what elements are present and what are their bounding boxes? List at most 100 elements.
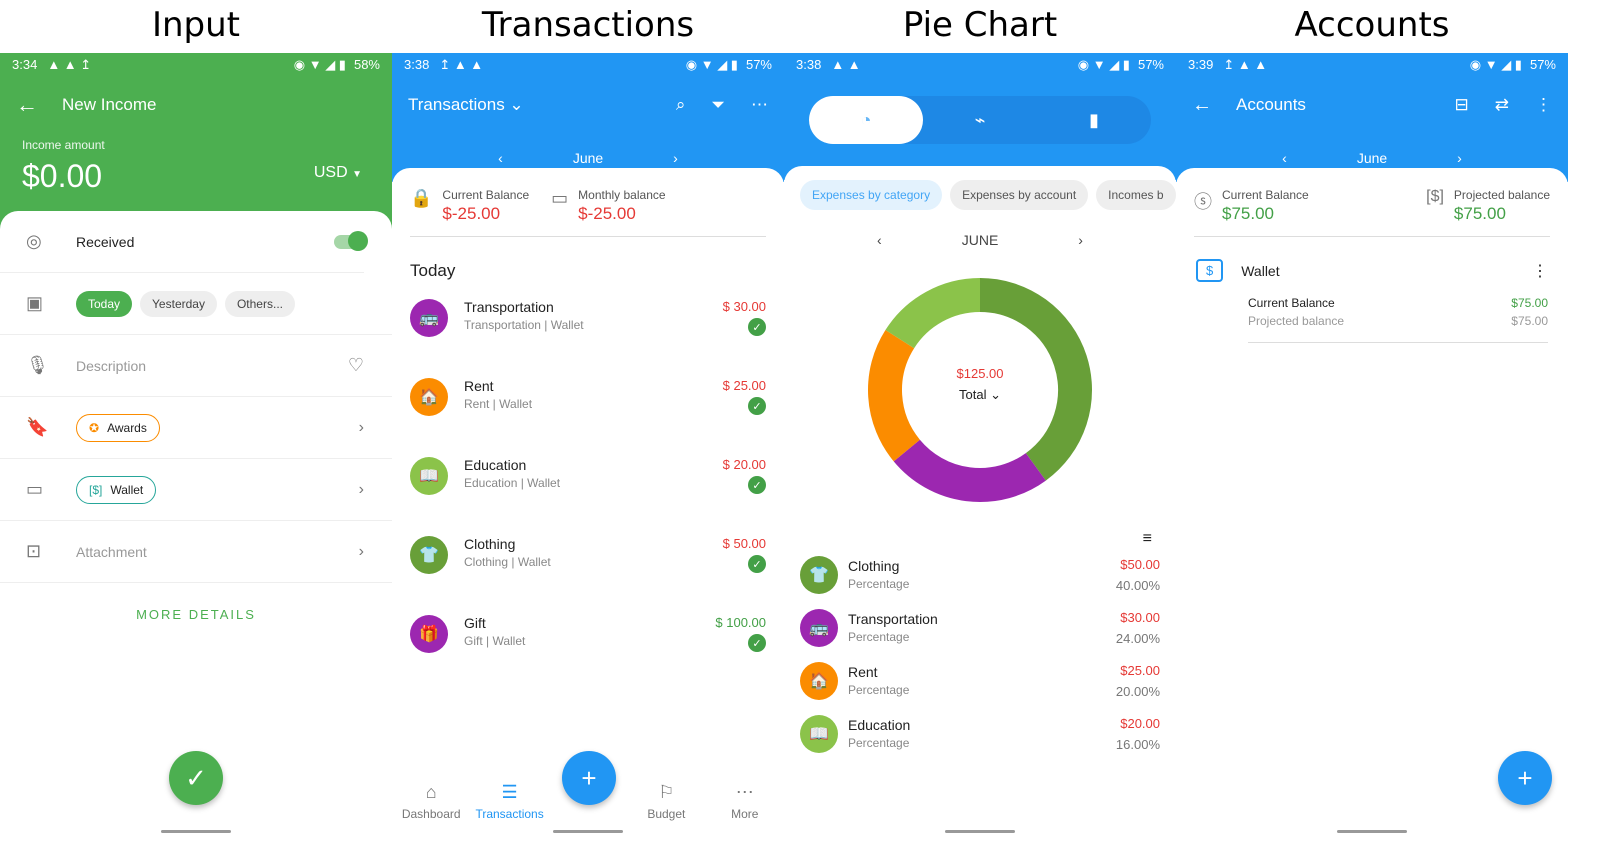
- projected-balance-value: $75.00: [1453, 204, 1506, 223]
- status-time: 3:39: [1188, 57, 1214, 72]
- nav-transactions[interactable]: ☰ Transactions: [471, 782, 549, 821]
- donut-slice[interactable]: [893, 439, 1046, 502]
- chevron-left-icon[interactable]: ‹: [498, 150, 503, 166]
- transaction-row[interactable]: 📖 Education Education | Wallet $ 20.00 ✓: [392, 439, 784, 518]
- chip-yesterday[interactable]: Yesterday: [140, 290, 217, 317]
- transaction-row[interactable]: 👕 Clothing Clothing | Wallet $ 50.00 ✓: [392, 518, 784, 597]
- transactions-screen: 3:38 ↥ ▲ ▲ ◉ ▼ ◢ ▮ 57% Transactions ⌄ ⌕ ⏷ …: [392, 53, 784, 843]
- chevron-right-icon[interactable]: ›: [1078, 232, 1083, 248]
- battery-level: 57%: [1529, 57, 1556, 72]
- more-icon[interactable]: ⋯: [751, 95, 768, 115]
- pie-chart-icon: ◔: [860, 109, 872, 130]
- search-icon[interactable]: ⌕: [676, 95, 686, 115]
- battery-level: 57%: [745, 57, 772, 72]
- filter-icon[interactable]: ⏷: [711, 95, 725, 115]
- chevron-right-icon: ›: [358, 418, 364, 436]
- chip-today[interactable]: Today: [76, 290, 133, 317]
- currency-selector[interactable]: USD ▼: [314, 164, 362, 182]
- filter-incomes[interactable]: Incomes b: [1096, 180, 1176, 210]
- sort-icon[interactable]: ≡: [784, 530, 1176, 548]
- microphone-icon[interactable]: 🎙: [26, 355, 50, 376]
- chevron-right-icon[interactable]: ›: [1457, 150, 1462, 166]
- nav-dashboard[interactable]: ⌂ Dashboard: [392, 782, 470, 821]
- status-time: 3:38: [404, 57, 430, 72]
- received-row[interactable]: ◎ Received: [0, 211, 368, 273]
- legend-percent: 40.00%: [1115, 577, 1160, 593]
- chevron-right-icon[interactable]: ›: [673, 150, 678, 166]
- nav-label: Budget: [647, 807, 686, 821]
- legend-item[interactable]: 🏠 Rent Percentage $25.00 20.00%: [784, 654, 1176, 707]
- category-row[interactable]: 🔖 ✪ Awards ›: [0, 397, 392, 459]
- account-chip[interactable]: [$] Wallet: [76, 475, 157, 504]
- received-toggle[interactable]: [334, 230, 368, 251]
- back-arrow-icon[interactable]: ←: [16, 92, 38, 118]
- inbox-icon[interactable]: ⊟: [1455, 95, 1469, 115]
- legend-amount: $20.00: [1120, 715, 1160, 731]
- wallet-projected-label: Projected balance: [1248, 314, 1345, 328]
- chevron-left-icon[interactable]: ‹: [1282, 150, 1287, 166]
- nav-more[interactable]: ⋯ More: [706, 782, 784, 821]
- nav-budget[interactable]: ⚐ Budget: [627, 782, 705, 821]
- description-input[interactable]: Description: [76, 358, 348, 374]
- date-row: ▣ Today Yesterday Others...: [0, 273, 392, 335]
- heart-icon[interactable]: ♡: [348, 355, 364, 376]
- transaction-name: Rent: [464, 378, 494, 394]
- category-chip[interactable]: ✪ Awards: [76, 413, 160, 442]
- transaction-row[interactable]: 🏠 Rent Rent | Wallet $ 25.00 ✓: [392, 360, 784, 439]
- month-selector: ‹ JUNE ›: [784, 232, 1176, 248]
- legend-item[interactable]: 🚌 Transportation Percentage $30.00 24.00%: [784, 601, 1176, 654]
- legend-item[interactable]: 📖 Education Percentage $20.00 16.00%: [784, 707, 1176, 760]
- pie-card: Expenses by category Expenses by account…: [784, 166, 1176, 760]
- account-label: Wallet: [110, 482, 144, 497]
- caption-pie-chart: Pie Chart: [902, 5, 1058, 45]
- description-row[interactable]: 🎙 Description ♡: [0, 335, 392, 397]
- filter-expenses-by-category[interactable]: Expenses by category: [800, 180, 943, 210]
- filter-expenses-by-account[interactable]: Expenses by account: [950, 180, 1089, 210]
- transaction-row[interactable]: 🎁 Gift Gift | Wallet $ 100.00 ✓: [392, 597, 784, 676]
- calendar-icon: ▣: [26, 293, 44, 313]
- flag-icon: ⚐: [658, 782, 675, 802]
- pie-chart-screen: 3:38 ▲ ▲ ◉ ▼ ◢ ▮ 57% ◔ ⌁ ▮ Expenses by cat…: [784, 53, 1176, 843]
- more-details-button[interactable]: MORE DETAILS: [0, 607, 392, 622]
- transaction-row[interactable]: 🚌 Transportation Transportation | Wallet $ …: [392, 281, 784, 360]
- caption-input: Input: [151, 5, 241, 45]
- save-fab[interactable]: ✓: [169, 751, 223, 805]
- chip-others[interactable]: Others...: [224, 290, 295, 317]
- monthly-balance-value: $-25.00: [578, 204, 636, 223]
- bar-chart-tab[interactable]: ▮: [1037, 96, 1151, 144]
- attachment-row[interactable]: ⊡ Attachment ›: [0, 521, 392, 583]
- battery-level: 57%: [1137, 57, 1164, 72]
- home-indicator: [945, 830, 1015, 833]
- pie-chart-tab[interactable]: ◔: [809, 96, 923, 144]
- back-arrow-icon[interactable]: ←: [1192, 94, 1212, 117]
- status-time: 3:38: [796, 57, 822, 72]
- add-account-fab[interactable]: +: [1498, 751, 1552, 805]
- chevron-left-icon[interactable]: ‹: [877, 232, 882, 248]
- lock-icon: 🔒: [410, 188, 433, 208]
- legend-item[interactable]: 👕 Clothing Percentage $50.00 40.00%: [784, 548, 1176, 601]
- income-amount-label: Income amount: [22, 138, 105, 152]
- transaction-amount: $ 25.00: [722, 378, 766, 393]
- balance-card: ⓢ Current Balance $75.00 [$] Projected ba…: [1176, 168, 1568, 237]
- more-vert-icon[interactable]: ⋮: [1532, 261, 1548, 281]
- nav-label: More: [731, 807, 759, 821]
- total-selector[interactable]: Total ⌄: [860, 387, 1100, 403]
- title-dropdown[interactable]: Transactions ⌄: [408, 95, 524, 115]
- account-row[interactable]: ▭ [$] Wallet ›: [0, 459, 392, 521]
- legend-name: Clothing: [848, 558, 900, 574]
- battery-level: 58%: [353, 57, 380, 72]
- wallet-card[interactable]: $ Wallet ⋮ Current Balance $75.00 Projec…: [1176, 237, 1568, 343]
- line-chart-tab[interactable]: ⌁: [923, 96, 1037, 144]
- add-fab[interactable]: +: [562, 751, 616, 805]
- transfer-icon[interactable]: ⇄: [1495, 95, 1509, 115]
- more-vert-icon[interactable]: ⋮: [1535, 95, 1552, 115]
- donut-slice[interactable]: [885, 278, 981, 349]
- transaction-amount: $ 20.00: [722, 457, 766, 472]
- plus-icon: +: [581, 762, 597, 793]
- home-indicator: [553, 830, 623, 833]
- legend-sub: Percentage: [848, 630, 910, 644]
- legend-sub: Percentage: [848, 683, 910, 697]
- legend-amount: $25.00: [1120, 662, 1160, 678]
- category-icon: 🎁: [410, 615, 448, 653]
- transaction-sub: Transportation | Wallet: [464, 318, 584, 332]
